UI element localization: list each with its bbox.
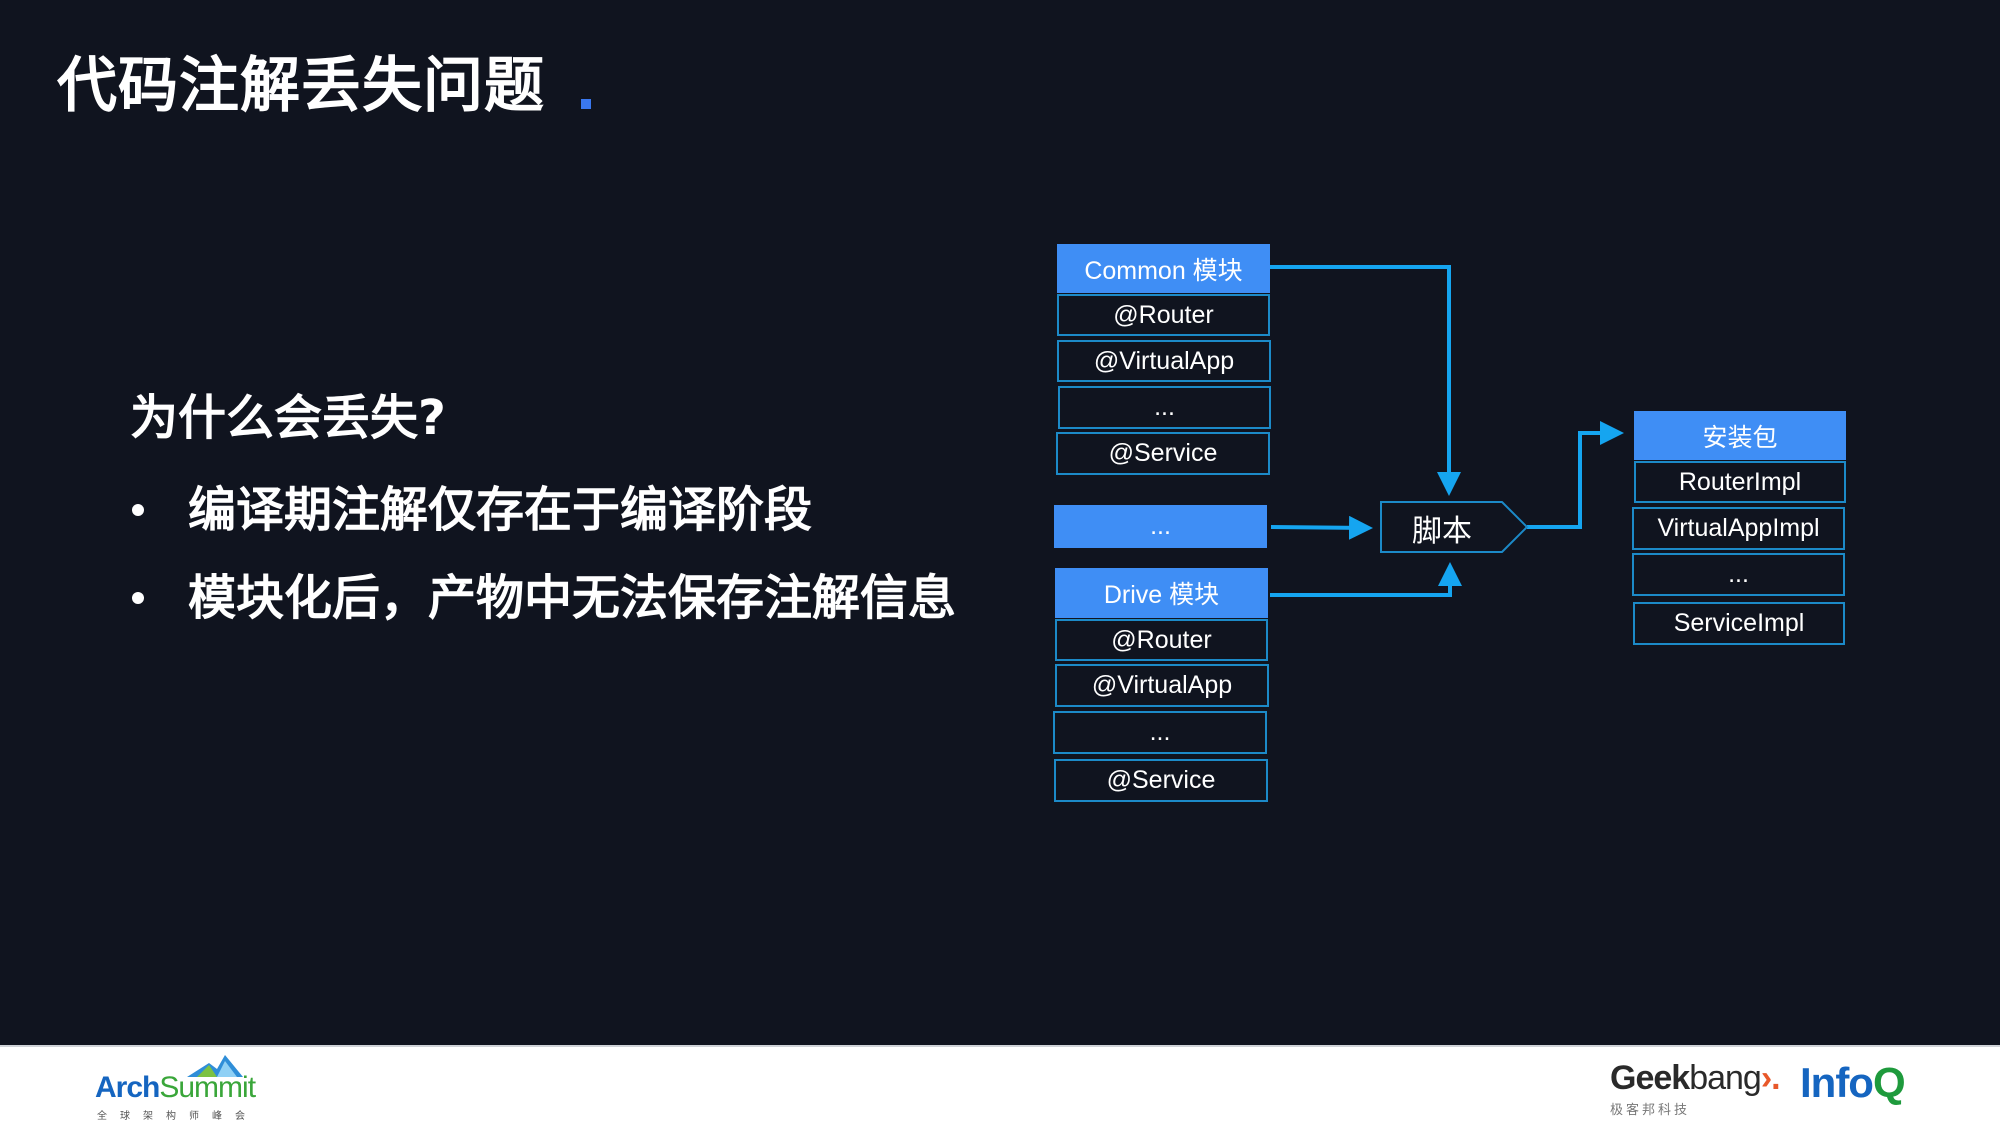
archsummit-logo: ArchSummit 全球架构师峰会 xyxy=(95,1055,265,1122)
drive-module-row: ... xyxy=(1053,711,1267,754)
package-row: ... xyxy=(1632,553,1845,596)
infoq-logo: InfoQ xyxy=(1800,1059,1906,1107)
bullet-dot-icon xyxy=(132,504,144,516)
question-heading: 为什么会丢失? xyxy=(130,390,446,446)
drive-module-header: Drive 模块 xyxy=(1055,568,1268,618)
connector-middle-to-script xyxy=(1270,515,1373,540)
geekbang-geek-text: Geek xyxy=(1610,1059,1690,1097)
common-module-row: @Router xyxy=(1057,294,1270,336)
geekbang-logo: Geekbang›. 极客邦科技 xyxy=(1610,1059,1790,1119)
bullet-text: 模块化后，产物中无法保存注解信息 xyxy=(188,570,957,626)
archsummit-wordmark: ArchSummit xyxy=(95,1071,256,1105)
drive-module-row: @Service xyxy=(1054,759,1268,802)
common-module-row: @VirtualApp xyxy=(1057,340,1271,382)
infoq-q-text: Q xyxy=(1872,1059,1906,1106)
archsummit-subtitle: 全球架构师峰会 xyxy=(97,1111,258,1122)
connector-common-to-script xyxy=(1270,265,1461,496)
geekbang-wordmark: Geekbang›. xyxy=(1610,1059,1781,1098)
archsummit-arch-text: Arch xyxy=(95,1071,160,1104)
geekbang-subtitle: 极客邦科技 xyxy=(1610,1103,1691,1118)
common-module-row: @Service xyxy=(1056,432,1270,475)
script-label: 脚本 xyxy=(1412,514,1472,549)
drive-module-row: @Router xyxy=(1055,619,1268,661)
slide: 代码注解丢失问题 为什么会丢失? 编译期注解仅存在于编译阶段 模块化后，产物中无… xyxy=(0,0,2000,1045)
bullet-dot-icon xyxy=(132,592,144,604)
bullet-item: 编译期注解仅存在于编译阶段 xyxy=(128,480,812,540)
connector-drive-to-script xyxy=(1270,562,1462,597)
title-accent-dot xyxy=(581,99,591,109)
common-module-row: ... xyxy=(1058,386,1271,429)
drive-module-row: @VirtualApp xyxy=(1055,664,1269,707)
footer: ArchSummit 全球架构师峰会 Geekbang›. 极客邦科技 Info… xyxy=(0,1045,2000,1125)
connector-script-to-package xyxy=(1527,421,1624,529)
package-row: ServiceImpl xyxy=(1633,602,1845,645)
geekbang-chevron-icon: ›. xyxy=(1760,1059,1781,1097)
infoq-info-text: Info xyxy=(1800,1059,1874,1106)
bullet-text: 编译期注解仅存在于编译阶段 xyxy=(188,482,813,538)
archsummit-summit-text: Summit xyxy=(159,1071,256,1104)
package-row: VirtualAppImpl xyxy=(1632,507,1845,550)
package-header: 安装包 xyxy=(1634,411,1846,460)
package-row: RouterImpl xyxy=(1634,461,1846,503)
common-module-header: Common 模块 xyxy=(1057,244,1270,293)
bullet-item: 模块化后，产物中无法保存注解信息 xyxy=(128,568,956,628)
geekbang-bang-text: bang xyxy=(1689,1059,1762,1097)
middle-module-header: ... xyxy=(1054,505,1267,548)
slide-title: 代码注解丢失问题 xyxy=(57,51,545,121)
